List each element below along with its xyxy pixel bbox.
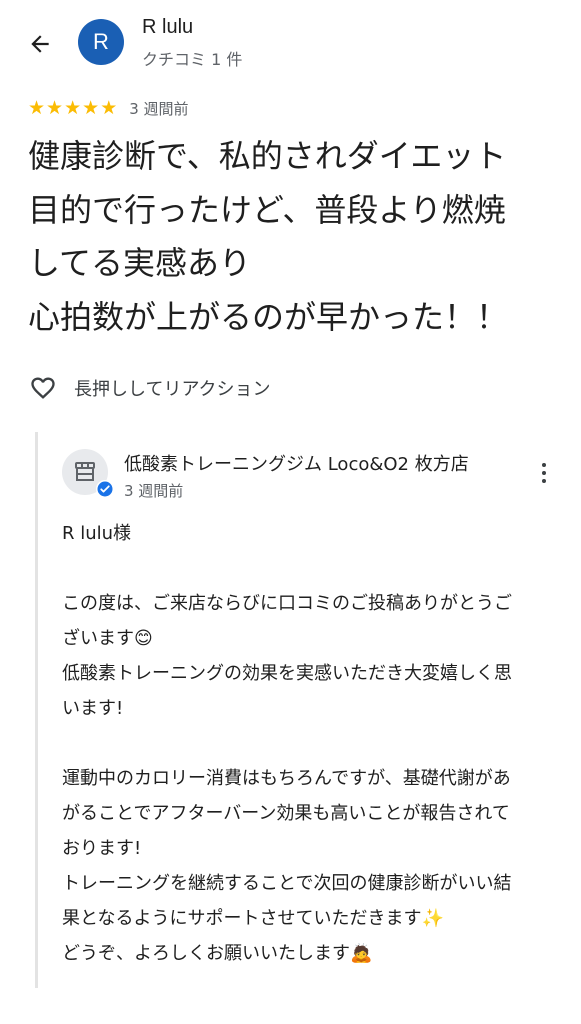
star-icon: ★	[28, 96, 46, 119]
more-dot	[542, 471, 546, 475]
review-text: 健康診断で、私的されダイエット 目的で行ったけど、普段より燃焼 してる実感あり …	[28, 137, 509, 336]
author-review-count: クチコミ 1 件	[142, 50, 243, 69]
arrow-left-icon	[31, 35, 49, 53]
more-dot	[542, 479, 546, 483]
rating-row: ★ ★ ★ ★ ★ 3 週間前	[28, 96, 189, 120]
avatar-letter: R	[93, 29, 109, 54]
more-vert-icon[interactable]	[532, 458, 556, 488]
verified-badge-icon	[96, 480, 114, 498]
more-dot	[542, 463, 546, 467]
star-icon: ★	[100, 96, 118, 119]
review-header: R R lulu クチコミ 1 件	[0, 0, 581, 88]
author-name[interactable]: R lulu	[142, 16, 193, 39]
reaction-label: 長押ししてリアクション	[74, 379, 271, 400]
star-icon: ★	[64, 96, 82, 119]
avatar[interactable]: R	[78, 19, 124, 65]
star-rating: ★ ★ ★ ★ ★	[28, 96, 118, 119]
reply-text: R lulu様 この度は、ご来店ならびに口コミのご投稿ありがとうご ざいます😊 …	[62, 523, 512, 964]
star-icon: ★	[46, 96, 64, 119]
review-time: 3 週間前	[129, 99, 189, 118]
owner-name[interactable]: 低酸素トレーニングジム Loco&O2 枚方店	[124, 450, 504, 476]
reply-time: 3 週間前	[124, 482, 184, 500]
heart-outline-icon	[28, 373, 60, 403]
reaction-button[interactable]: 長押ししてリアクション	[28, 370, 271, 406]
owner-reply: 低酸素トレーニングジム Loco&O2 枚方店 3 週間前 R lulu様 この…	[35, 432, 581, 988]
back-button[interactable]	[22, 26, 58, 62]
star-icon: ★	[82, 96, 100, 119]
